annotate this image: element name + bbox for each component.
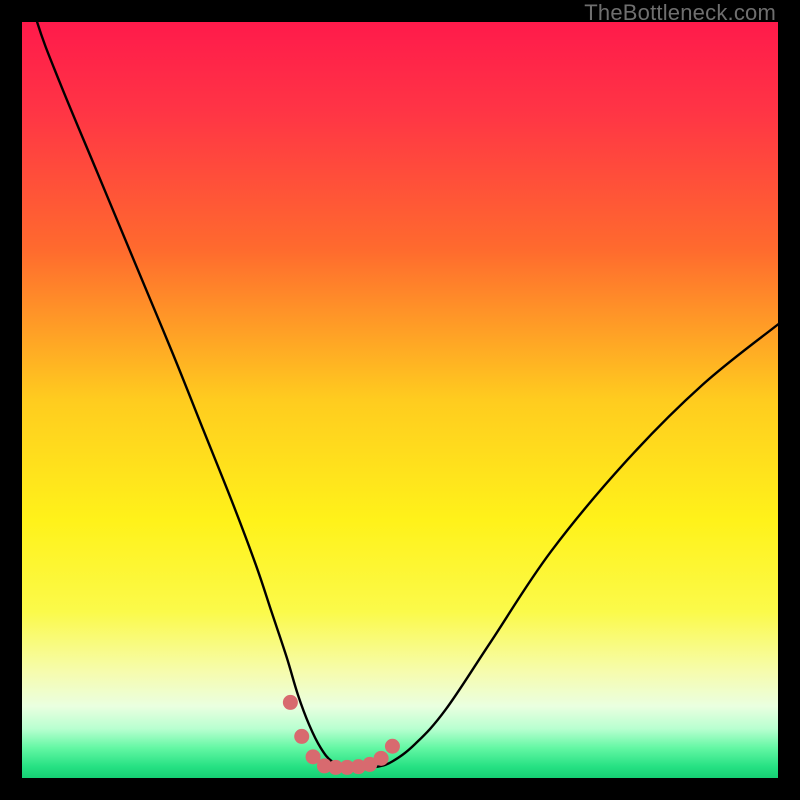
gradient-background: [22, 22, 778, 778]
marker-dot: [385, 739, 400, 754]
marker-dot: [283, 695, 298, 710]
watermark-text: TheBottleneck.com: [584, 0, 776, 26]
chart-frame: [22, 22, 778, 778]
marker-dot: [294, 729, 309, 744]
chart-svg: [22, 22, 778, 778]
marker-dot: [374, 751, 389, 766]
